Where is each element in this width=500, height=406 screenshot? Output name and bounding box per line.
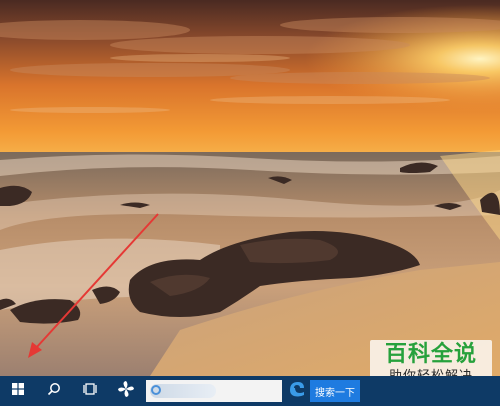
task-view-icon [83,382,97,400]
desktop-wallpaper [0,0,500,376]
pinwheel-app-button[interactable] [108,376,144,406]
task-view-button[interactable] [72,376,108,406]
start-button[interactable] [0,376,36,406]
search-engine-icon [151,385,161,395]
windows-logo-icon [12,382,24,400]
cortana-search-button[interactable] [36,376,72,406]
pinwheel-app-icon [117,380,135,403]
search-icon [47,382,61,401]
taskbar: 搜索一下 [0,376,500,406]
search-button[interactable]: 搜索一下 [310,380,360,402]
search-box[interactable]: 搜索一下 [146,380,360,402]
watermark-title: 百科全说 [384,342,477,367]
